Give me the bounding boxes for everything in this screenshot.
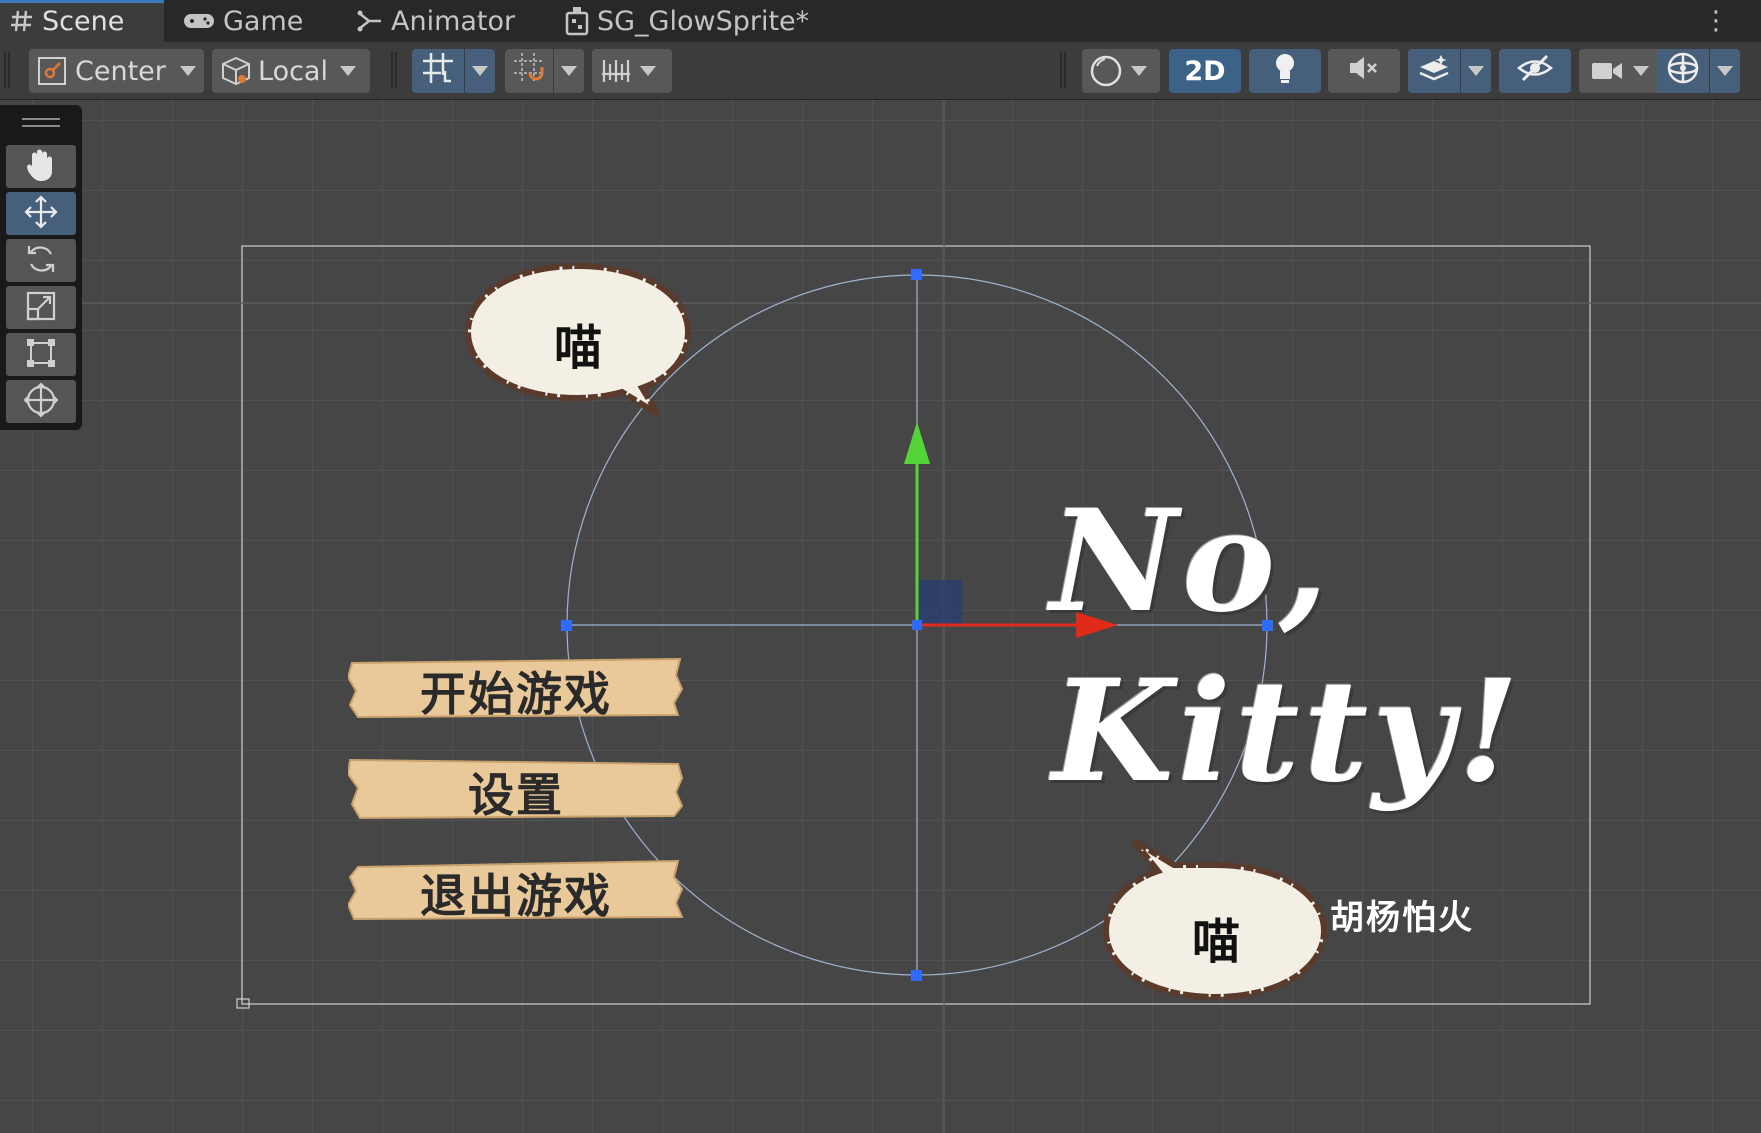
chevron-down-icon: [1633, 66, 1649, 76]
chevron-down-icon: [1131, 66, 1147, 76]
rect-tool-button[interactable]: [6, 333, 76, 376]
tab-game-label: Game: [223, 5, 304, 37]
increment-snap-toggle[interactable]: [505, 49, 553, 93]
grid-icon: [10, 9, 34, 33]
gizmos-dropdown[interactable]: [1710, 49, 1740, 93]
move-gizmo-plane-handle[interactable]: [917, 580, 962, 625]
effects-toggle[interactable]: [1408, 49, 1460, 93]
move-gizmo-center[interactable]: [912, 620, 922, 630]
transform-tool-button[interactable]: [6, 380, 76, 423]
scene-visibility-toggle[interactable]: [1499, 49, 1571, 93]
chevron-down-icon: [561, 66, 577, 76]
toolbar-separator: [391, 52, 397, 88]
toolbar-grip: [4, 52, 10, 88]
tab-animator-label: Animator: [391, 5, 516, 37]
cube-icon: [220, 55, 252, 87]
space-dropdown[interactable]: Local: [212, 49, 370, 93]
grid-snap-dropdown[interactable]: [465, 49, 495, 93]
shading-mode-dropdown[interactable]: [1082, 49, 1160, 93]
chevron-down-icon: [472, 66, 488, 76]
tab-game[interactable]: Game: [183, 0, 303, 42]
tool-palette: [0, 105, 82, 430]
tab-scene[interactable]: Scene: [0, 0, 164, 42]
rotate-icon: [24, 242, 58, 280]
ruler-dropdown[interactable]: [592, 49, 672, 93]
scene-toolbar: Center Local 2D: [0, 42, 1761, 100]
space-label: Local: [258, 55, 328, 87]
lighting-toggle[interactable]: [1249, 49, 1321, 93]
animator-icon: [357, 9, 383, 33]
2d-mode-toggle[interactable]: 2D: [1169, 49, 1241, 93]
ruler-icon: [600, 56, 632, 86]
x-axis-arrow-icon[interactable]: [1076, 612, 1118, 638]
tab-bar: Scene Game Animator SG_GlowSprite* ⋮: [0, 0, 1761, 42]
pivot-dropdown[interactable]: Center: [29, 49, 204, 93]
gamepad-icon: [183, 11, 215, 31]
audio-toggle[interactable]: [1328, 49, 1400, 93]
more-options-icon[interactable]: ⋮: [1703, 6, 1729, 36]
move-tool-button[interactable]: [6, 192, 76, 235]
grid-snap-toggle[interactable]: [412, 49, 464, 93]
increment-snap-icon: [512, 51, 546, 92]
tab-scene-label: Scene: [42, 5, 125, 37]
effects-dropdown[interactable]: [1461, 49, 1491, 93]
grid-snap-icon: [421, 51, 455, 92]
camera-dropdown[interactable]: [1579, 49, 1665, 93]
rotate-tool-button[interactable]: [6, 239, 76, 282]
pivot-icon: [37, 56, 67, 86]
gizmos-toggle[interactable]: [1657, 49, 1709, 93]
scale-tool-button[interactable]: [6, 286, 76, 329]
transform-icon: [23, 381, 59, 422]
increment-snap-dropdown[interactable]: [554, 49, 584, 93]
camera-icon: [1591, 60, 1623, 82]
pivot-label: Center: [75, 55, 166, 87]
tool-palette-grip[interactable]: [22, 118, 60, 132]
hand-tool-button[interactable]: [6, 145, 76, 188]
hand-icon: [24, 147, 58, 187]
scene-viewport[interactable]: 喵 喵 开始游戏 设置 退出游戏 No, Kitty! 胡杨怕火: [0, 100, 1761, 1133]
tab-sg-glowsprite-label: SG_GlowSprite*: [597, 5, 810, 37]
move-gizmo[interactable]: [0, 100, 1761, 1133]
effects-icon: [1417, 53, 1451, 90]
sphere-icon: [1089, 54, 1123, 88]
shader-graph-icon: [565, 6, 589, 36]
chevron-down-icon: [339, 66, 356, 76]
hidden-eye-icon: [1517, 53, 1553, 90]
lightbulb-icon: [1273, 52, 1297, 91]
toolbar-separator: [1060, 52, 1066, 88]
audio-mute-icon: [1347, 54, 1381, 89]
chevron-down-icon: [640, 66, 656, 76]
y-axis-arrow-icon[interactable]: [904, 422, 930, 464]
move-arrows-icon: [23, 194, 59, 234]
scale-icon: [25, 290, 57, 326]
chevron-down-icon: [179, 66, 196, 76]
2d-mode-label: 2D: [1184, 55, 1226, 87]
tab-sg-glowsprite[interactable]: SG_GlowSprite*: [565, 0, 809, 42]
gizmos-icon: [1665, 50, 1701, 93]
rect-transform-icon: [24, 336, 58, 374]
chevron-down-icon: [1717, 66, 1733, 76]
chevron-down-icon: [1468, 66, 1484, 76]
tab-animator[interactable]: Animator: [357, 0, 515, 42]
